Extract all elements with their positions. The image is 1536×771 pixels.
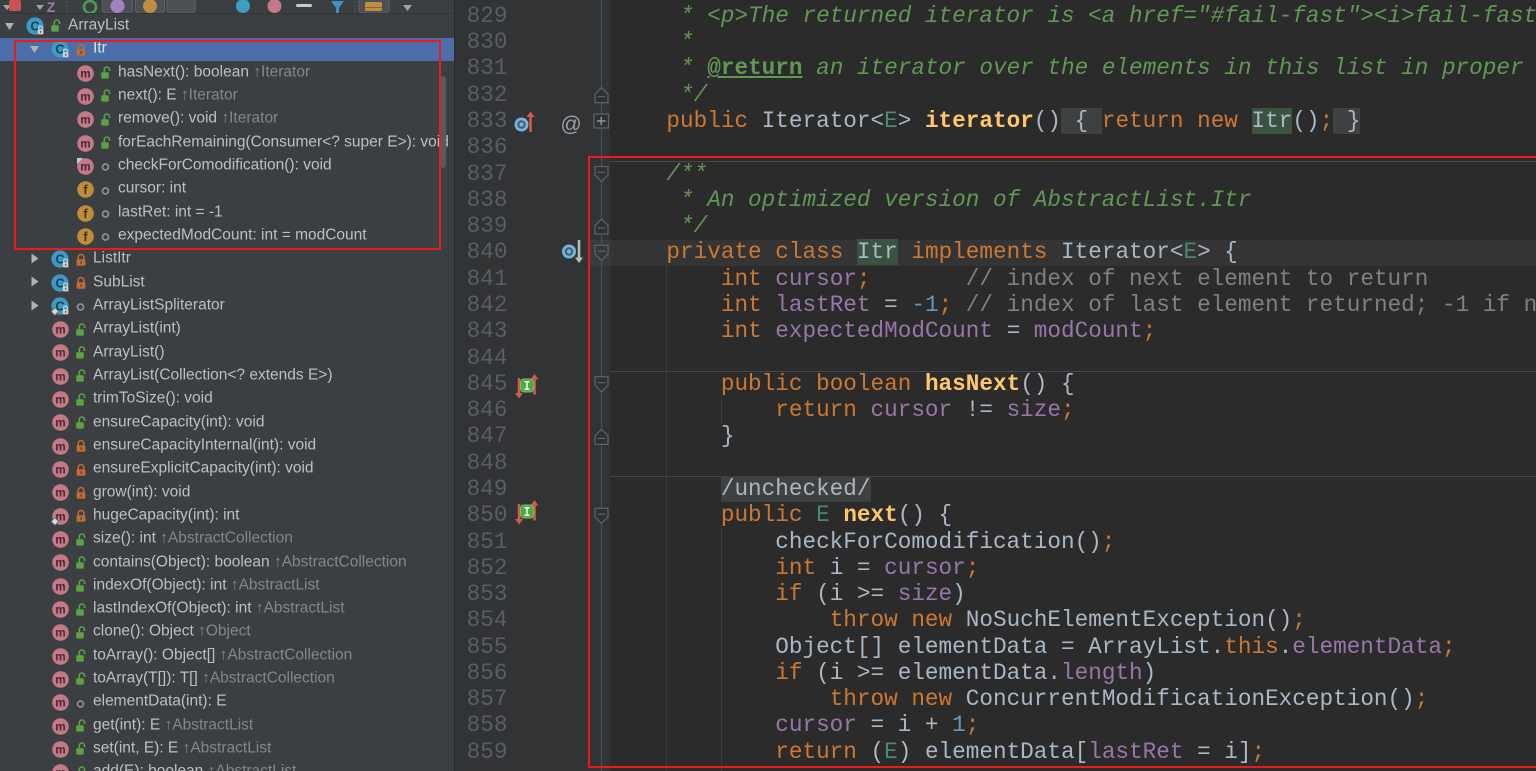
svg-text:m: m (55, 371, 65, 383)
svg-text:m: m (55, 441, 65, 453)
svg-text:m: m (55, 698, 65, 710)
svg-text:m: m (55, 535, 65, 547)
svg-text:m: m (55, 558, 65, 570)
svg-text:m: m (55, 745, 65, 757)
svg-text:m: m (55, 348, 65, 360)
svg-text:m: m (55, 465, 65, 477)
svg-text:m: m (55, 721, 65, 733)
svg-text:Z: Z (47, 0, 56, 13)
svg-text:m: m (55, 651, 65, 663)
svg-text:m: m (55, 675, 65, 687)
svg-text:m: m (55, 418, 65, 430)
svg-text:@: @ (560, 113, 581, 136)
svg-text:m: m (55, 581, 65, 593)
svg-text:m: m (55, 325, 65, 337)
svg-text:m: m (55, 605, 65, 617)
svg-text:m: m (55, 395, 65, 407)
svg-text:m: m (55, 628, 65, 640)
svg-text:m: m (55, 488, 65, 500)
